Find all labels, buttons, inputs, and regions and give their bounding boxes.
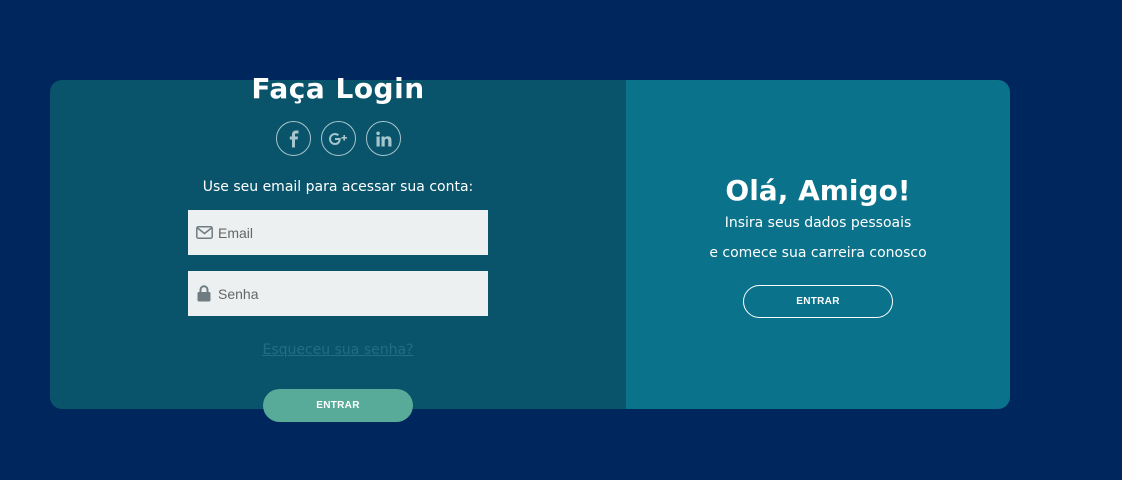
email-input[interactable] [216, 210, 488, 255]
social-login-group [276, 121, 401, 156]
login-card: Faça Login Use seu email para acessar su… [50, 72, 1010, 422]
welcome-text-line1: Insira seus dados pessoais [724, 215, 912, 231]
login-panel: Faça Login Use seu email para acessar su… [50, 72, 626, 422]
email-field[interactable] [188, 210, 488, 255]
forgot-password-link[interactable]: Esqueceu sua senha? [50, 342, 626, 358]
welcome-text-line2: e comece sua carreira conosco [709, 245, 927, 261]
welcome-title: Olá, Amigo! [725, 174, 911, 207]
login-title: Faça Login [251, 72, 425, 105]
lock-icon [192, 285, 216, 302]
password-input[interactable] [216, 271, 488, 316]
google-plus-icon [328, 132, 347, 145]
linkedin-button[interactable] [366, 121, 401, 156]
facebook-icon [289, 130, 298, 147]
linkedin-icon [375, 131, 391, 146]
welcome-panel: Olá, Amigo! Insira seus dados pessoais e… [626, 80, 1010, 409]
password-field[interactable] [188, 271, 488, 316]
facebook-button[interactable] [276, 121, 311, 156]
envelope-icon [192, 226, 216, 239]
login-subtitle: Use seu email para acessar sua conta: [202, 179, 474, 195]
login-button[interactable]: ENTRAR [263, 389, 413, 422]
welcome-enter-button[interactable]: ENTRAR [743, 285, 893, 318]
google-plus-button[interactable] [321, 121, 356, 156]
